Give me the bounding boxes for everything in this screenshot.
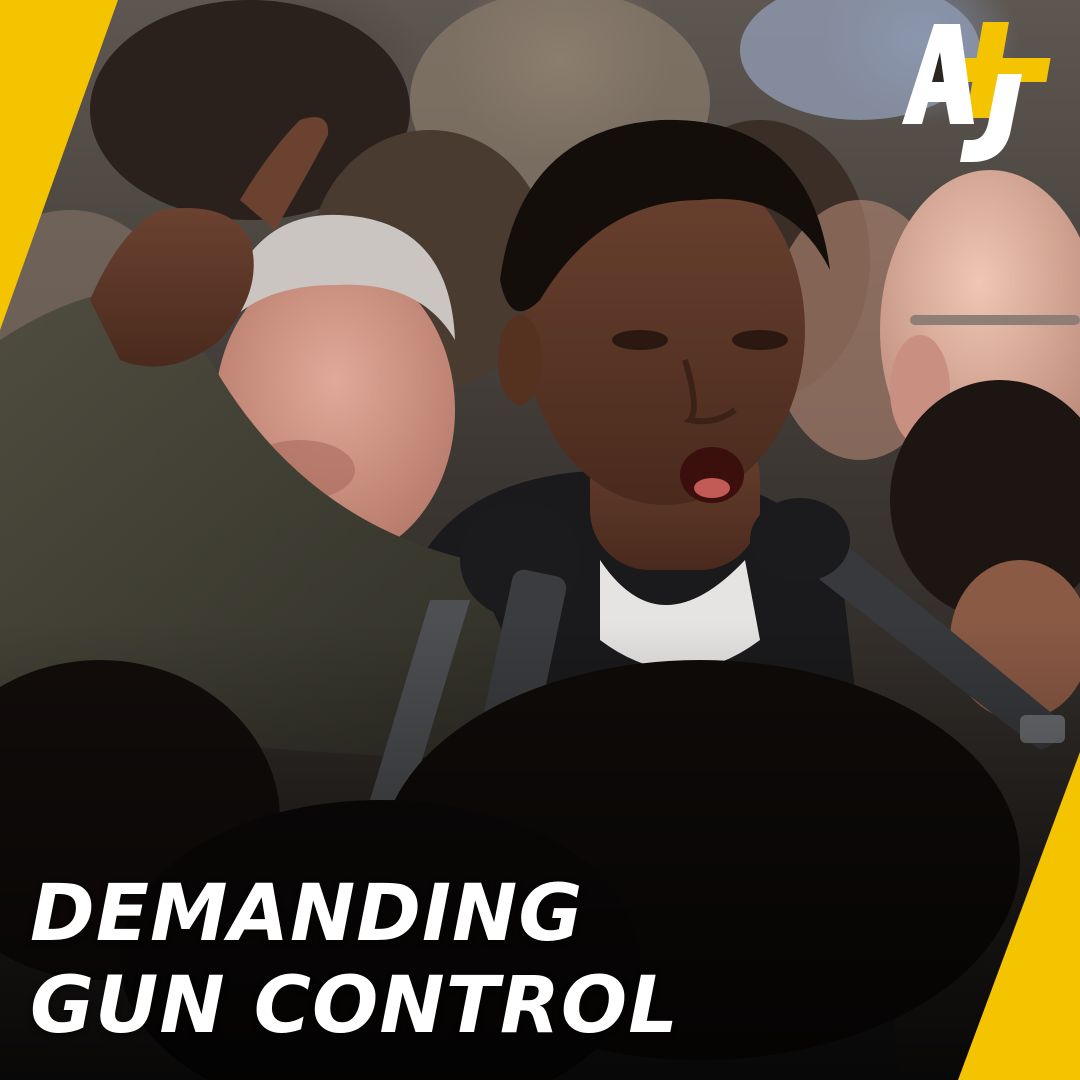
- aj-plus-logo-icon: [902, 22, 1051, 162]
- caption-line-1: DEMANDING: [30, 869, 584, 959]
- video-frame: DEMANDING GUN CONTROL: [0, 0, 1080, 1080]
- headline-caption: DEMANDING GUN CONTROL: [30, 868, 679, 1052]
- caption-line-2: GUN CONTROL: [30, 961, 679, 1051]
